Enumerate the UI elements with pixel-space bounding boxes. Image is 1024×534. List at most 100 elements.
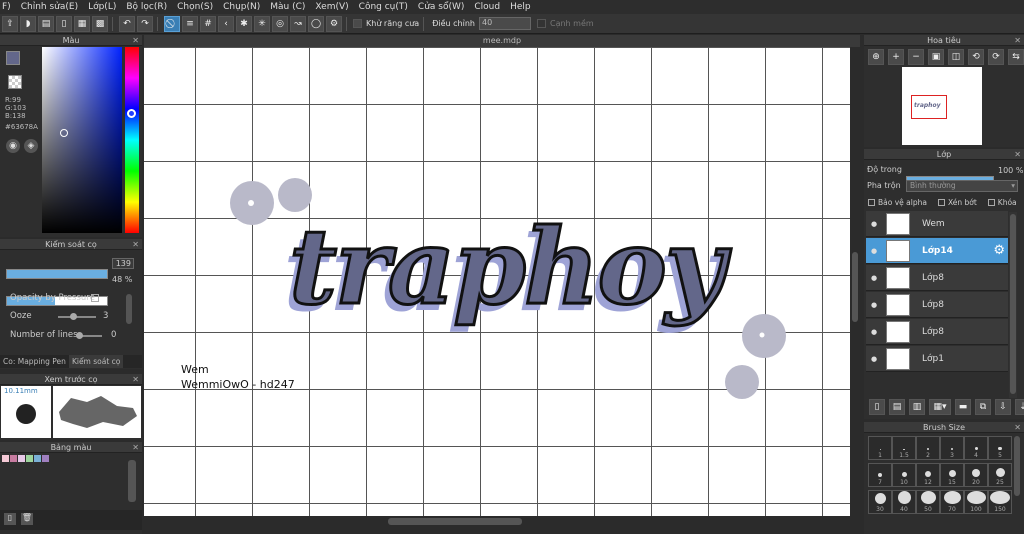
canvas[interactable]: traphoy Wem WemmiOwO - hd247: [144, 47, 850, 516]
menu-color[interactable]: Màu (C): [270, 2, 305, 12]
clipping-checkbox[interactable]: [937, 199, 945, 206]
layer-row[interactable]: ● Lớp8: [866, 292, 1008, 318]
protect-alpha-checkbox[interactable]: [868, 199, 875, 206]
color-wheel-icon[interactable]: ◈: [24, 139, 38, 153]
close-icon[interactable]: ✕: [132, 374, 139, 385]
menu-edit[interactable]: Chỉnh sửa(E): [21, 2, 78, 12]
menu-tools[interactable]: Công cụ(T): [359, 2, 408, 12]
menu-capture[interactable]: Chụp(N): [223, 2, 260, 12]
folder-icon[interactable]: ▬: [955, 399, 971, 415]
parallel-snap-icon[interactable]: ≡: [182, 15, 198, 32]
palette-swatch[interactable]: [2, 455, 9, 462]
menu-layer[interactable]: Lớp(L): [88, 2, 116, 12]
hue-slider[interactable]: [125, 47, 139, 233]
new-swatch-icon[interactable]: ▯: [4, 513, 16, 525]
palette-swatch[interactable]: [26, 455, 33, 462]
redo-icon[interactable]: ↷: [137, 15, 153, 32]
lines-slider[interactable]: [76, 332, 102, 339]
eye-icon[interactable]: ●: [868, 299, 880, 311]
close-icon[interactable]: ✕: [1014, 35, 1021, 46]
layer-row[interactable]: ● Lớp1: [866, 346, 1008, 372]
eye-icon[interactable]: ●: [868, 353, 880, 365]
circle-icon[interactable]: ◯: [308, 15, 324, 32]
new-layer-icon[interactable]: ▯: [869, 399, 885, 415]
document-icon[interactable]: ▯: [56, 15, 72, 32]
scrollbar[interactable]: [1014, 436, 1020, 496]
brush-size-preset[interactable]: 40: [892, 490, 916, 514]
menu-view[interactable]: Xem(V): [315, 2, 348, 12]
brush-size-slider[interactable]: [6, 269, 108, 279]
brush-size-preset[interactable]: 12: [916, 463, 940, 487]
brush-size-preset[interactable]: 1: [868, 436, 892, 460]
brush-size-value[interactable]: 139: [112, 258, 134, 269]
scrollbar[interactable]: [126, 294, 132, 324]
smooth-checkbox[interactable]: [536, 19, 546, 28]
ooze-slider-handle[interactable]: [70, 313, 77, 320]
navigator-viewport[interactable]: traphoy: [911, 95, 947, 119]
save-icon[interactable]: ⇪: [2, 15, 18, 32]
crisscross-icon[interactable]: #: [200, 15, 216, 32]
radial-line-icon[interactable]: ✳: [254, 15, 270, 32]
adjust-select[interactable]: 40: [478, 17, 531, 30]
brush-size-preset[interactable]: 25: [988, 463, 1012, 487]
scrollbar-thumb[interactable]: [852, 252, 858, 322]
settings-icon[interactable]: ⚙: [326, 15, 342, 32]
eye-icon[interactable]: ●: [868, 218, 880, 230]
layer-row[interactable]: ● Lớp8: [866, 265, 1008, 291]
lines-slider-handle[interactable]: [76, 332, 83, 339]
add-layer-menu-icon[interactable]: ▦▾: [929, 399, 951, 415]
close-icon[interactable]: ✕: [1014, 422, 1021, 433]
radial-icon[interactable]: ✱: [236, 15, 252, 32]
menu-select[interactable]: Chọn(S): [177, 2, 213, 12]
zoom-icon[interactable]: ⊕: [868, 49, 884, 65]
menu-window[interactable]: Cửa sổ(W): [418, 2, 464, 12]
brush-size-preset[interactable]: 2: [916, 436, 940, 460]
delete-swatch-icon[interactable]: 🗑: [21, 513, 33, 525]
vertical-scrollbar[interactable]: [850, 47, 860, 516]
concentric-icon[interactable]: ◎: [272, 15, 288, 32]
brush-size-preset[interactable]: 20: [964, 463, 988, 487]
hue-slider-handle[interactable]: [127, 109, 136, 118]
brush-size-preset[interactable]: 4: [964, 436, 988, 460]
undo-icon[interactable]: ↶: [119, 15, 135, 32]
vanishing-icon[interactable]: ‹: [218, 15, 234, 32]
scrollbar-thumb[interactable]: [1010, 214, 1016, 394]
palette-icon[interactable]: ◉: [6, 139, 20, 153]
brush-size-preset[interactable]: 15: [940, 463, 964, 487]
flip-icon[interactable]: ⇆: [1008, 49, 1024, 65]
close-icon[interactable]: ✕: [1014, 149, 1021, 160]
brush-size-preset[interactable]: 5: [988, 436, 1012, 460]
panel-icon[interactable]: ▦: [74, 15, 90, 32]
layer-row[interactable]: ● Wem: [866, 211, 1008, 237]
close-icon[interactable]: ✕: [132, 35, 139, 46]
speech-icon[interactable]: ◗: [20, 15, 36, 32]
brush-size-preset[interactable]: 1.5: [892, 436, 916, 460]
palette-swatch[interactable]: [42, 455, 49, 462]
tab-mapping-pen[interactable]: Co: Mapping Pen: [0, 355, 69, 368]
gear-icon[interactable]: ⚙: [993, 243, 1005, 258]
horizontal-scrollbar[interactable]: [144, 516, 860, 528]
eye-icon[interactable]: ●: [868, 326, 880, 338]
menu-cloud[interactable]: Cloud: [474, 2, 500, 12]
new-halftone-layer-icon[interactable]: ▤: [889, 399, 905, 415]
new-8bit-layer-icon[interactable]: ▥: [909, 399, 925, 415]
palette-swatch[interactable]: [18, 455, 25, 462]
navigator-preview[interactable]: traphoy: [902, 67, 982, 145]
brush-size-preset[interactable]: 3: [940, 436, 964, 460]
antialias-checkbox[interactable]: [353, 19, 362, 28]
menu-file[interactable]: F): [2, 2, 11, 12]
ooze-slider[interactable]: [58, 313, 96, 320]
close-icon[interactable]: ✕: [132, 442, 139, 453]
rotate-right-icon[interactable]: ⟳: [988, 49, 1004, 65]
background-color-swatch[interactable]: [8, 75, 22, 89]
layer-row[interactable]: ● Lớp8: [866, 319, 1008, 345]
color-picker-cursor[interactable]: [60, 129, 68, 137]
brush-size-preset[interactable]: 10: [892, 463, 916, 487]
zoom-out-icon[interactable]: −: [908, 49, 924, 65]
brush-size-preset[interactable]: 7: [868, 463, 892, 487]
lock-checkbox[interactable]: [987, 199, 995, 206]
brush-size-preset[interactable]: 50: [916, 490, 940, 514]
fit-icon[interactable]: ▣: [928, 49, 944, 65]
menu-help[interactable]: Help: [510, 2, 531, 12]
canvas-tab[interactable]: mee.mdp: [144, 35, 860, 47]
